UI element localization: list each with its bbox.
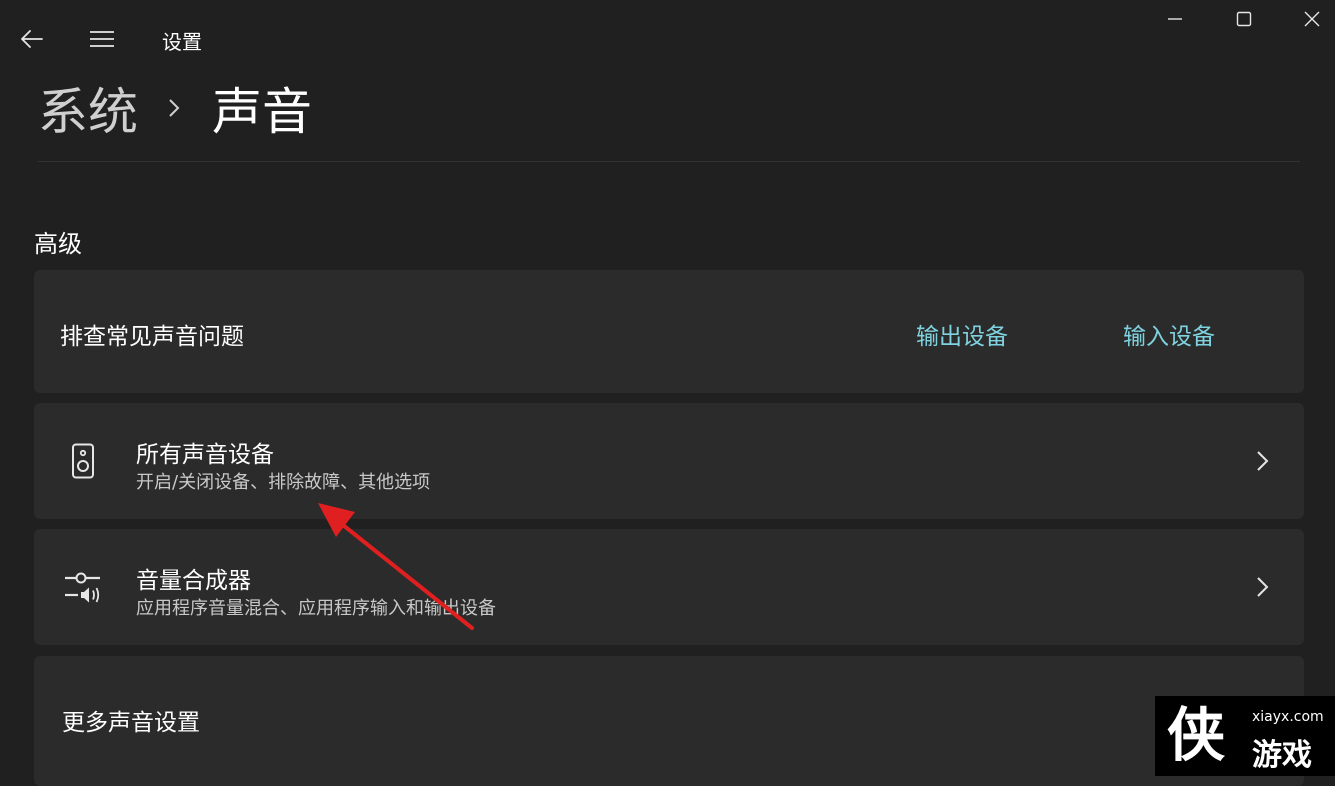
all-sound-devices-card[interactable]: 所有声音设备 开启/关闭设备、排除故障、其他选项 — [34, 403, 1304, 519]
minimize-button[interactable] — [1152, 0, 1198, 38]
all-sound-devices-subtitle: 开启/关闭设备、排除故障、其他选项 — [136, 472, 431, 493]
maximize-icon — [1236, 11, 1252, 27]
volume-mixer-icon — [65, 572, 100, 603]
window-title: 设置 — [162, 30, 202, 54]
troubleshoot-title: 排查常见声音问题 — [60, 324, 244, 350]
breadcrumb: 系统 声音 — [38, 76, 312, 141]
hamburger-menu-icon — [90, 31, 114, 47]
breadcrumb-chevron-icon — [169, 99, 180, 117]
input-devices-link[interactable]: 输入设备 — [1123, 317, 1215, 351]
volume-mixer-card[interactable]: 音量合成器 应用程序音量混合、应用程序输入和输出设备 — [34, 529, 1304, 645]
back-button[interactable] — [12, 22, 52, 56]
volume-mixer-subtitle: 应用程序音量混合、应用程序输入和输出设备 — [136, 598, 496, 619]
maximize-button[interactable] — [1221, 0, 1267, 38]
close-button[interactable] — [1289, 0, 1335, 38]
page-title: 声音 — [212, 83, 312, 141]
more-sound-settings-title: 更多声音设置 — [62, 710, 200, 736]
minimize-icon — [1168, 18, 1182, 20]
chevron-right-icon — [1257, 577, 1269, 597]
section-heading: 高级 — [34, 230, 82, 258]
troubleshoot-card: 排查常见声音问题 输出设备 输入设备 — [34, 270, 1304, 393]
watermark: 侠 xiayx.com 游戏 — [1155, 696, 1335, 776]
more-sound-settings-card[interactable]: 更多声音设置 — [34, 656, 1304, 786]
volume-mixer-title: 音量合成器 — [136, 568, 251, 594]
watermark-site: xiayx.com — [1252, 709, 1324, 725]
speaker-icon — [72, 443, 94, 479]
close-icon — [1304, 11, 1320, 27]
all-sound-devices-title: 所有声音设备 — [136, 442, 274, 468]
watermark-logo: 侠 — [1167, 701, 1226, 769]
navigation-menu-button[interactable] — [82, 22, 122, 56]
header-divider — [38, 161, 1300, 162]
chevron-right-icon — [1257, 451, 1269, 471]
output-devices-link[interactable]: 输出设备 — [916, 317, 1008, 351]
watermark-name: 游戏 — [1252, 738, 1312, 773]
breadcrumb-parent-system[interactable]: 系统 — [38, 72, 138, 144]
back-arrow-icon — [21, 30, 43, 48]
